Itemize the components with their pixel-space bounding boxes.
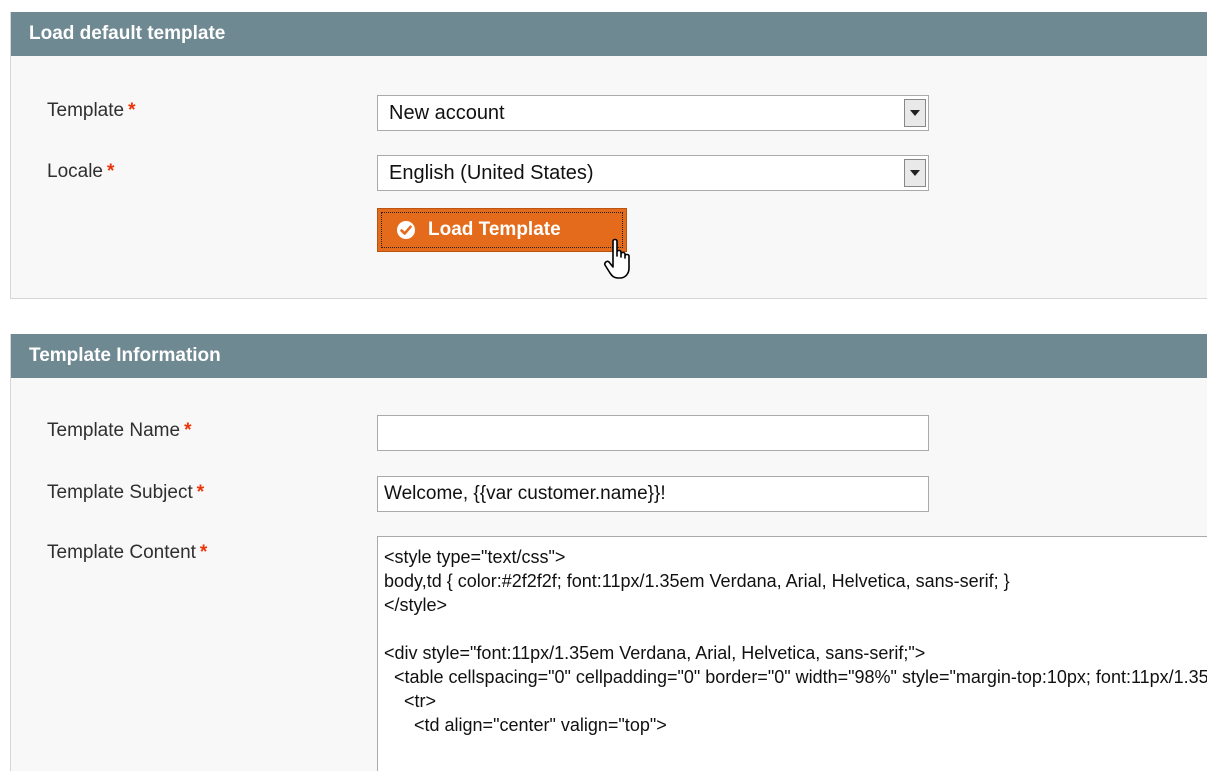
required-mark: *: [196, 482, 205, 503]
locale-label-text: Locale: [47, 161, 103, 182]
template-name-label-text: Template Name: [47, 420, 181, 441]
focus-ring: [381, 212, 623, 248]
template-name-label: Template Name *: [47, 420, 191, 442]
template-label-text: Template: [47, 100, 125, 121]
required-mark: *: [199, 542, 208, 563]
template-label: Template *: [47, 100, 136, 122]
load-template-button[interactable]: Load Template: [377, 208, 627, 252]
template-content-textarea[interactable]: <style type="text/css"> body,td { color:…: [377, 536, 1207, 771]
code-line: <table cellspacing="0" cellpadding="0" b…: [394, 667, 1207, 687]
template-select-value: New account: [389, 102, 505, 124]
chevron-down-icon[interactable]: [904, 159, 926, 187]
required-mark: *: [184, 420, 192, 441]
template-subject-label: Template Subject *: [47, 482, 204, 504]
required-mark: *: [107, 161, 115, 182]
code-line: </style>: [384, 595, 448, 615]
section-title: Load default template: [11, 12, 1207, 56]
template-subject-label-text: Template Subject: [47, 482, 193, 503]
required-mark: *: [128, 100, 136, 121]
code-line: <tr>: [384, 691, 437, 711]
template-information-section: Template Information Template Name * Temp…: [10, 334, 1207, 771]
locale-select[interactable]: English (United States): [377, 155, 929, 191]
template-content-label: Template Content *: [47, 542, 207, 564]
section-title: Template Information: [11, 334, 1207, 378]
template-select[interactable]: New account: [377, 95, 929, 131]
template-subject-input[interactable]: Welcome, {{var customer.name}}!: [377, 476, 929, 512]
template-content-label-text: Template Content: [47, 542, 196, 563]
code-line: <td align="center" valign="top">: [384, 715, 667, 735]
locale-select-value: English (United States): [389, 162, 594, 184]
hand-pointer-icon: [604, 238, 630, 279]
locale-label: Locale *: [47, 161, 114, 183]
chevron-down-icon[interactable]: [904, 99, 926, 127]
code-line: <style type="text/css">: [384, 547, 566, 567]
code-line: <div style="font:11px/1.35em Verdana, Ar…: [384, 643, 926, 663]
code-line: body,td { color:#2f2f2f; font:11px/1.35e…: [384, 571, 1010, 591]
load-default-template-section: Load default template Template * New acco…: [10, 12, 1207, 299]
template-name-input[interactable]: [377, 415, 929, 451]
